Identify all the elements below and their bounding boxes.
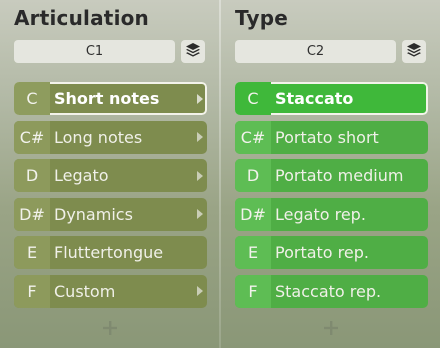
row-note: F — [235, 274, 271, 308]
row-note: D# — [14, 197, 50, 231]
row-label: Long notes — [54, 127, 143, 147]
row-label: Legato rep. — [275, 204, 366, 224]
chevron-right-icon — [193, 82, 207, 115]
type-add-button[interactable] — [221, 316, 440, 342]
row-label: Portato medium — [275, 166, 404, 185]
articulation-row-legato[interactable]: D Legato — [14, 159, 207, 192]
articulation-row-fluttertongue[interactable]: E Fluttertongue — [14, 236, 207, 269]
layers-icon — [406, 42, 422, 62]
row-label: Staccato rep. — [275, 281, 382, 301]
row-note: D — [14, 159, 50, 192]
articulation-title: Articulation — [14, 6, 149, 30]
chevron-right-icon — [193, 198, 207, 231]
type-row-staccato[interactable]: C Staccato — [235, 82, 428, 115]
row-label: Staccato — [275, 89, 354, 108]
plus-icon — [324, 320, 338, 339]
type-row-portato-rep[interactable]: E Portato rep. — [235, 236, 428, 269]
articulation-row-short-notes[interactable]: C Short notes — [14, 82, 207, 115]
row-note: D# — [235, 197, 271, 231]
row-label: Portato rep. — [275, 243, 369, 262]
row-label: Dynamics — [54, 204, 133, 224]
articulation-layers-button[interactable] — [181, 40, 205, 63]
type-row-portato-short[interactable]: C# Portato short — [235, 120, 428, 154]
type-column: Type C2 C Staccato C# Portato short D Po… — [221, 0, 440, 348]
row-note: C# — [235, 120, 271, 154]
row-label: Short notes — [54, 89, 160, 108]
type-title: Type — [235, 6, 288, 30]
type-row-staccato-rep[interactable]: F Staccato rep. — [235, 274, 428, 308]
chevron-right-icon — [193, 275, 207, 308]
row-note: F — [14, 274, 50, 308]
plus-icon — [103, 320, 117, 339]
row-note: C# — [14, 120, 50, 154]
layers-icon — [185, 42, 201, 62]
articulation-column: Articulation C1 C Short notes C# Long no… — [0, 0, 220, 348]
row-note: C — [235, 82, 271, 115]
articulation-row-dynamics[interactable]: D# Dynamics — [14, 197, 207, 231]
articulation-add-button[interactable] — [0, 316, 220, 342]
row-note: E — [235, 236, 271, 269]
chevron-right-icon — [193, 121, 207, 154]
type-row-legato-rep[interactable]: D# Legato rep. — [235, 197, 428, 231]
type-key-field[interactable]: C2 — [235, 40, 396, 63]
chevron-right-icon — [193, 159, 207, 192]
row-note: E — [14, 236, 50, 269]
articulation-key-field[interactable]: C1 — [14, 40, 175, 63]
row-note: D — [235, 159, 271, 192]
articulation-row-custom[interactable]: F Custom — [14, 274, 207, 308]
row-label: Portato short — [275, 127, 379, 147]
articulation-row-long-notes[interactable]: C# Long notes — [14, 120, 207, 154]
type-layers-button[interactable] — [402, 40, 426, 63]
row-label: Legato — [54, 166, 109, 185]
row-label: Fluttertongue — [54, 243, 164, 262]
row-note: C — [14, 82, 50, 115]
row-label: Custom — [54, 281, 116, 301]
type-row-portato-medium[interactable]: D Portato medium — [235, 159, 428, 192]
